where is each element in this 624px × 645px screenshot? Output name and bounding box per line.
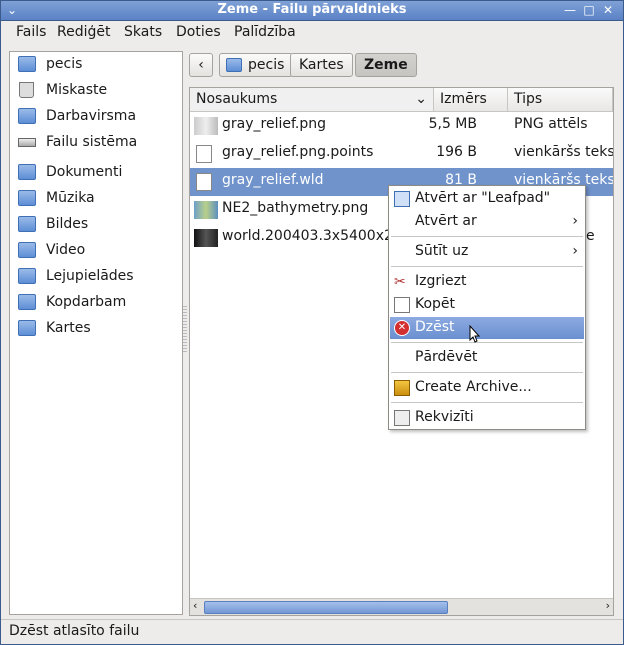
window-title: Zeme - Failu pārvaldnieks — [217, 2, 407, 17]
sidebar-item-pictures[interactable]: Bildes — [16, 214, 176, 236]
titlebar[interactable]: ⌄ Zeme - Failu pārvaldnieks — □ ✕ — [1, 1, 623, 21]
folder-icon — [18, 294, 36, 310]
minimize-icon[interactable]: — — [563, 3, 577, 17]
sidebar-item-shared[interactable]: Kopdarbam — [16, 292, 176, 314]
text-file-icon — [196, 173, 212, 191]
sidebar-item-trash[interactable]: Miskaste — [16, 80, 176, 102]
scroll-right-icon[interactable]: › — [606, 599, 610, 612]
status-bar: Dzēst atlasīto failu — [1, 619, 623, 644]
drive-icon — [18, 138, 36, 147]
folder-icon — [18, 268, 36, 284]
path-back-button[interactable]: ‹ — [189, 53, 213, 77]
menu-separator — [391, 236, 583, 237]
menu-properties[interactable]: Rekvizīti — [390, 407, 584, 429]
mouse-pointer-icon — [469, 324, 481, 347]
menu-rename[interactable]: Pārdēvēt — [390, 347, 584, 369]
image-thumbnail-icon — [194, 117, 218, 135]
path-crumb-zeme[interactable]: Zeme — [355, 53, 417, 77]
file-row[interactable]: gray_relief.png.points 196 B vienkāršs t… — [190, 140, 613, 168]
file-row[interactable]: gray_relief.png 5,5 MB PNG attēls — [190, 112, 613, 140]
sidebar-item-desktop[interactable]: Darbavirsma — [16, 106, 176, 128]
menu-rediget[interactable]: Rediģēt — [57, 24, 110, 40]
folder-icon — [18, 242, 36, 258]
image-thumbnail-icon — [194, 201, 218, 219]
close-icon[interactable]: ✕ — [601, 3, 615, 17]
submenu-arrow-icon: › — [572, 243, 578, 259]
menu-fails[interactable]: Fails — [16, 24, 46, 40]
menu-skats[interactable]: Skats — [124, 24, 162, 40]
menu-copy[interactable]: Kopēt — [390, 294, 584, 316]
menu-delete[interactable]: ✕ Dzēst — [390, 317, 584, 339]
scroll-left-icon[interactable]: ‹ — [193, 599, 197, 612]
context-menu: Atvērt ar "Leafpad" Atvērt ar › Sūtīt uz… — [388, 185, 586, 430]
sidebar-item-maps[interactable]: Kartes — [16, 318, 176, 340]
column-header-size[interactable]: Izmērs — [434, 88, 508, 112]
menu-create-archive[interactable]: Create Archive... — [390, 377, 584, 399]
menu-cut[interactable]: ✂ Izgriezt — [390, 271, 584, 293]
sidebar-item-documents[interactable]: Dokumenti — [16, 162, 176, 184]
sidebar-item-filesystem[interactable]: Failu sistēma — [16, 132, 176, 154]
desktop-icon — [18, 108, 36, 124]
sidebar-item-music[interactable]: Mūzika — [16, 188, 176, 210]
menu-palidziba[interactable]: Palīdzība — [234, 24, 296, 40]
menu-separator — [391, 266, 583, 267]
trash-icon — [19, 82, 34, 98]
home-folder-icon — [18, 56, 36, 72]
sort-chevron-down-icon: ⌄ — [415, 91, 427, 107]
places-sidebar: pecis Miskaste Darbavirsma Failu sistēma… — [9, 51, 183, 615]
text-file-icon — [196, 145, 212, 163]
column-header-name[interactable]: Nosaukums ⌄ — [190, 88, 434, 112]
home-folder-icon — [226, 58, 242, 72]
menu-open-with[interactable]: Atvērt ar › — [390, 211, 584, 233]
menu-send-to[interactable]: Sūtīt uz › — [390, 241, 584, 263]
maximize-icon[interactable]: □ — [582, 3, 596, 17]
cut-icon: ✂ — [394, 274, 406, 290]
folder-icon — [18, 320, 36, 336]
sidebar-item-video[interactable]: Video — [16, 240, 176, 262]
copy-icon — [394, 297, 410, 313]
delete-icon: ✕ — [394, 320, 410, 336]
menu-doties[interactable]: Doties — [176, 24, 221, 40]
column-header-type[interactable]: Tips — [508, 88, 613, 112]
open-with-icon — [394, 191, 410, 207]
folder-icon — [18, 216, 36, 232]
menu-separator — [391, 342, 583, 343]
folder-icon — [18, 190, 36, 206]
archive-icon — [394, 380, 410, 396]
folder-icon — [18, 164, 36, 180]
sidebar-item-downloads[interactable]: Lejupielādes — [16, 266, 176, 288]
pane-splitter-handle[interactable] — [183, 306, 187, 354]
horizontal-scrollbar[interactable]: ‹ › — [190, 598, 613, 615]
submenu-arrow-icon: › — [572, 213, 578, 229]
image-thumbnail-icon — [194, 229, 218, 247]
sidebar-item-home[interactable]: pecis — [16, 54, 176, 76]
status-text: Dzēst atlasīto failu — [9, 623, 140, 639]
file-manager-window: ⌄ Zeme - Failu pārvaldnieks — □ ✕ Fails … — [0, 0, 624, 645]
menubar: Fails Rediģēt Skats Doties Palīdzība — [1, 21, 623, 45]
properties-icon — [394, 410, 410, 426]
menu-separator — [391, 402, 583, 403]
path-crumb-pecis[interactable]: pecis — [219, 53, 294, 77]
menu-separator — [391, 372, 583, 373]
scrollbar-thumb[interactable] — [204, 601, 448, 614]
menu-open-with-leafpad[interactable]: Atvērt ar "Leafpad" — [390, 188, 584, 210]
path-crumb-kartes[interactable]: Kartes — [290, 53, 353, 77]
